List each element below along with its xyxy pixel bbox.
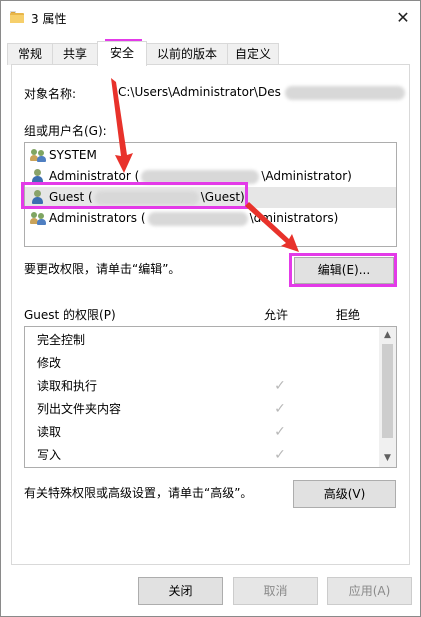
group-user-list[interactable]: SYSTEM Administrator (\Administrator) Gu…	[24, 142, 397, 247]
apply-button[interactable]: 应用(A)	[327, 577, 412, 605]
close-dialog-button[interactable]: 关闭	[138, 577, 223, 605]
user-icon	[30, 169, 46, 184]
properties-window: 3 属性 ✕ 常规 共享 安全 以前的版本 自定义 对象名称: C:\Users…	[0, 0, 421, 617]
permission-row: 写入 ✓	[25, 444, 381, 467]
permission-row: 读取 ✓	[25, 421, 381, 444]
allow-check-icon: ✓	[274, 447, 286, 463]
title-bar: 3 属性 ✕	[1, 1, 420, 34]
advanced-hint: 有关特殊权限或高级设置，请单击“高级”。	[24, 486, 253, 500]
user-icon	[30, 190, 46, 205]
permissions-title: Guest 的权限(P)	[24, 308, 116, 322]
permissions-list: 完全控制 修改 读取和执行 ✓ 列出文件夹内容 ✓ 读取 ✓ 写入 ✓ ▲ ▼	[24, 326, 397, 468]
group-users-label: 组或用户名(G):	[24, 124, 107, 138]
tab-customize[interactable]: 自定义	[227, 43, 279, 65]
scroll-down-icon[interactable]: ▼	[379, 450, 396, 467]
change-permissions-hint: 要更改权限，请单击“编辑”。	[24, 262, 181, 276]
permissions-scrollbar[interactable]: ▲ ▼	[379, 327, 396, 467]
permission-row: 读取和执行 ✓	[25, 375, 381, 398]
advanced-button[interactable]: 高级(V)	[293, 480, 396, 508]
tab-previous-versions[interactable]: 以前的版本	[146, 43, 228, 65]
allow-check-icon: ✓	[274, 424, 286, 440]
scroll-up-icon[interactable]: ▲	[379, 327, 396, 344]
edit-button[interactable]: 编辑(E)...	[294, 257, 394, 284]
window-title: 3 属性	[31, 12, 67, 26]
list-item-system[interactable]: SYSTEM	[25, 145, 396, 166]
user-group-icon	[30, 148, 46, 163]
deny-header: 拒绝	[336, 308, 361, 322]
permission-row: 完全控制	[37, 333, 86, 347]
tab-general[interactable]: 常规	[7, 43, 53, 65]
allow-check-icon: ✓	[274, 401, 286, 417]
close-button[interactable]: ✕	[386, 1, 420, 34]
object-name-value: C:\Users\Administrator\Des	[118, 85, 405, 100]
list-item-administrator[interactable]: Administrator (\Administrator)	[25, 166, 396, 187]
scroll-thumb[interactable]	[382, 344, 393, 438]
folder-icon	[10, 11, 24, 23]
permission-row: 修改	[37, 356, 62, 370]
tab-sharing[interactable]: 共享	[52, 43, 98, 65]
permission-row: 列出文件夹内容 ✓	[25, 398, 381, 421]
cancel-button[interactable]: 取消	[233, 577, 318, 605]
tab-security[interactable]: 安全	[97, 41, 147, 66]
allow-header: 允许	[264, 308, 289, 322]
allow-check-icon: ✓	[274, 378, 286, 394]
list-item-administrators[interactable]: Administrators (\dministrators)	[25, 208, 396, 229]
list-item-guest[interactable]: Guest (\Guest)	[25, 187, 396, 208]
object-name-label: 对象名称:	[24, 87, 77, 101]
user-group-icon	[30, 211, 46, 226]
